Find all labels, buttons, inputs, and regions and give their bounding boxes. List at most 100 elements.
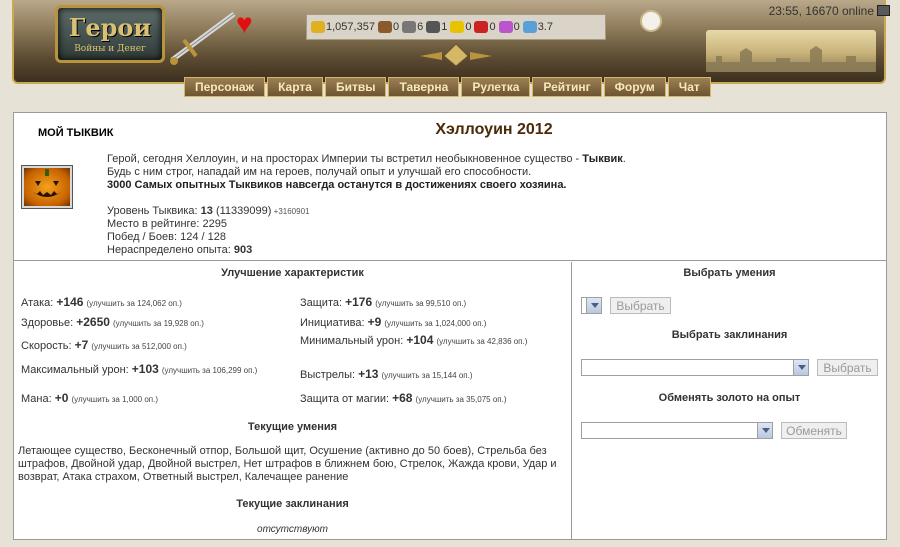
- pet-wins: Побед / Боев: 124 / 128: [107, 231, 309, 244]
- upgrade-link[interactable]: (улучшить за 35,075 оп.): [416, 395, 507, 404]
- resource-wood: 0: [377, 21, 399, 33]
- choose-skill-button[interactable]: Выбрать: [610, 297, 671, 314]
- upgrade-title: Улучшение характеристик: [221, 267, 364, 279]
- choose-spell-button[interactable]: Выбрать: [817, 359, 878, 376]
- spells-select[interactable]: [581, 359, 809, 376]
- pet-rating: Место в рейтинге: 2295: [107, 218, 309, 231]
- stat-label: Минимальный урон:: [300, 335, 407, 347]
- current-spells-none: отсутствуют: [257, 524, 328, 535]
- exchange-button[interactable]: Обменять: [781, 422, 847, 439]
- chevron-down-icon[interactable]: [793, 360, 808, 375]
- pet-wins-value: 124 / 128: [180, 231, 226, 243]
- ore-icon: [402, 21, 417, 33]
- pet-wins-label: Побед / Боев:: [107, 231, 181, 243]
- resource-value: 0: [489, 21, 496, 33]
- upgrade-link[interactable]: (улучшить за 15,144 оп.): [382, 371, 473, 380]
- upgrade-link[interactable]: (улучшить за 124,062 оп.): [87, 299, 182, 308]
- nav-character[interactable]: Персонаж: [184, 77, 266, 97]
- upgrade-link[interactable]: (улучшить за 512,000 оп.): [91, 342, 186, 351]
- upgrade-link[interactable]: (улучшить за 19,928 оп.): [113, 319, 204, 328]
- resource-diamond: 3.7: [522, 21, 553, 33]
- stat-max-damage[interactable]: Максимальный урон: +103 (улучшить за 106…: [21, 363, 283, 377]
- stat-min-damage[interactable]: Минимальный урон: +104 (улучшить за 42,8…: [300, 334, 562, 348]
- crystal-icon: [474, 21, 489, 33]
- resource-value: 1,057,357: [326, 21, 375, 33]
- pet-level-label: Уровень Тыквика:: [107, 205, 201, 217]
- chevron-down-icon[interactable]: [586, 298, 601, 313]
- stat-label: Максимальный урон:: [21, 364, 132, 376]
- nav-battles[interactable]: Битвы: [324, 77, 387, 97]
- gold-icon: [311, 21, 325, 33]
- stat-label: Скорость:: [21, 340, 75, 352]
- main-nav: Персонаж Карта Битвы Таверна Рулетка Рей…: [184, 77, 711, 97]
- stat-label: Мана:: [21, 393, 55, 405]
- stat-speed[interactable]: Скорость: +7 (улучшить за 512,000 оп.): [21, 339, 187, 353]
- stat-value: +104: [406, 333, 434, 347]
- stat-shots[interactable]: Выстрелы: +13 (улучшить за 15,144 оп.): [300, 368, 472, 382]
- pet-rating-label: Место в рейтинге:: [107, 218, 203, 230]
- nav-roulette[interactable]: Рулетка: [461, 77, 531, 97]
- stat-label: Защита от магии:: [300, 393, 393, 405]
- stat-value: +176: [345, 295, 373, 309]
- tray-icon[interactable]: [877, 5, 890, 16]
- resource-ore: 6: [402, 21, 423, 33]
- description-line-3: 3000 Самых опытных Тыквиков навсегда ост…: [107, 179, 867, 192]
- resource-gems: 0: [498, 21, 520, 33]
- sulfur-icon: [450, 21, 465, 33]
- exchange-gold-title: Обменять золото на опыт: [658, 392, 801, 404]
- pet-stats: Уровень Тыквика: 13 (11339099) +3160901 …: [107, 205, 309, 257]
- wood-icon: [377, 21, 392, 33]
- stat-health[interactable]: Здоровье: +2650 (улучшить за 19,928 оп.): [21, 316, 204, 330]
- castle-picture: [706, 30, 876, 72]
- stat-label: Защита:: [300, 297, 346, 309]
- description-text: .: [622, 153, 626, 165]
- stopwatch-icon: [640, 10, 662, 32]
- resource-value: 0: [513, 21, 520, 33]
- pumpkin-page: МОЙ ТЫКВИК Хэллоуин 2012 Герой, сегодня …: [13, 112, 887, 540]
- stat-attack[interactable]: Атака: +146 (улучшить за 124,062 оп.): [21, 296, 182, 310]
- stat-mana[interactable]: Мана: +0 (улучшить за 1,000 оп.): [21, 392, 158, 406]
- upgrade-link[interactable]: (улучшить за 1,000 оп.): [71, 395, 158, 404]
- mercury-icon: [426, 21, 441, 33]
- resource-gold: 1,057,357: [311, 21, 375, 33]
- resource-value: 6: [417, 21, 424, 33]
- description-bold-text: 3000 Самых опытных Тыквиков навсегда ост…: [107, 179, 567, 191]
- nav-tavern[interactable]: Таверна: [388, 77, 460, 97]
- server-time-online: 23:55, 16670 online: [768, 4, 874, 18]
- gems-icon: [498, 21, 513, 33]
- nav-rating[interactable]: Рейтинг: [532, 77, 602, 97]
- game-header: Герои Войны и Денег ♥ 1,057,357 0 6 1 0: [0, 0, 900, 108]
- stat-defense[interactable]: Защита: +176 (улучшить за 99,510 оп.): [300, 296, 466, 310]
- logo-subtitle: Войны и Денег: [74, 44, 146, 54]
- pumpkin-avatar: [21, 165, 73, 209]
- jack-o-lantern-face-icon: [33, 169, 61, 197]
- logo-title: Герои: [68, 13, 152, 42]
- game-logo[interactable]: Герои Войны и Денег: [55, 5, 165, 63]
- upgrade-link[interactable]: (улучшить за 42,836 оп.): [436, 337, 527, 346]
- pet-unspent-exp: Нераспределено опыта: 903: [107, 244, 309, 257]
- pumpkin-icon: [24, 168, 70, 206]
- castle-silhouette: [706, 46, 876, 72]
- stat-value: +13: [358, 367, 379, 381]
- description-text: Герой, сегодня Хеллоуин, и на просторах …: [107, 153, 583, 165]
- nav-map[interactable]: Карта: [267, 77, 323, 97]
- pet-level-exp: (11339099): [212, 205, 272, 217]
- nav-forum[interactable]: Форум: [603, 77, 666, 97]
- upgrade-link[interactable]: (улучшить за 99,510 оп.): [375, 299, 466, 308]
- current-spells-title: Текущие заклинания: [236, 498, 349, 510]
- nav-chat[interactable]: Чат: [667, 77, 711, 97]
- diamond-icon: [522, 21, 537, 33]
- stat-value: +146: [56, 295, 84, 309]
- resource-mercury: 1: [426, 21, 447, 33]
- upgrade-link[interactable]: (улучшить за 1,024,000 оп.): [384, 319, 486, 328]
- pet-level-plus: +3160901: [271, 207, 310, 216]
- stat-initiative[interactable]: Инициатива: +9 (улучшить за 1,024,000 оп…: [300, 316, 486, 330]
- resources-panel: 1,057,357 0 6 1 0 0 0 3.7: [306, 14, 606, 40]
- health-heart-icon: ♥: [236, 8, 253, 39]
- stat-magic-defense[interactable]: Защита от магии: +68 (улучшить за 35,075…: [300, 392, 507, 406]
- upgrade-link[interactable]: (улучшить за 106,299 оп.): [162, 366, 257, 375]
- exchange-select[interactable]: [581, 422, 773, 439]
- skills-select[interactable]: [581, 297, 602, 314]
- stat-label: Выстрелы:: [300, 369, 359, 381]
- chevron-down-icon[interactable]: [757, 423, 772, 438]
